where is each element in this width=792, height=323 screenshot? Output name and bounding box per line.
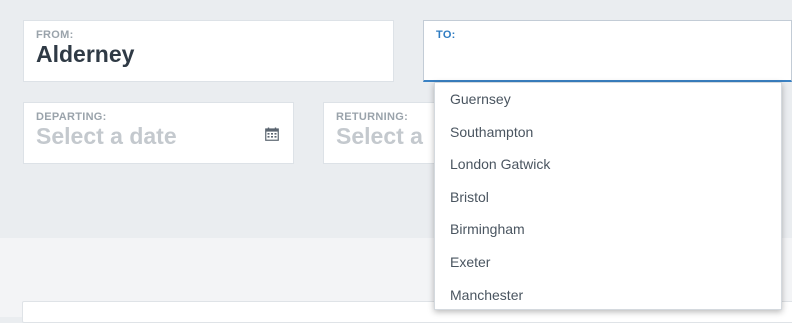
dropdown-option-southampton[interactable]: Southampton [435, 116, 781, 149]
dropdown-option-guernsey[interactable]: Guernsey [435, 83, 781, 116]
dropdown-option-exeter[interactable]: Exeter [435, 246, 781, 279]
departing-date-field[interactable]: DEPARTING: Select a date [23, 102, 294, 164]
destination-dropdown[interactable]: Guernsey Southampton London Gatwick Bris… [434, 82, 782, 310]
departing-placeholder[interactable]: Select a date [36, 123, 177, 150]
to-field[interactable]: TO: [423, 20, 792, 82]
dropdown-option-london-gatwick[interactable]: London Gatwick [435, 148, 781, 181]
departing-label: DEPARTING: [36, 111, 107, 123]
from-label: FROM: [36, 29, 74, 41]
from-value[interactable]: Alderney [36, 41, 134, 68]
dropdown-option-manchester[interactable]: Manchester [435, 279, 781, 309]
dropdown-option-bristol[interactable]: Bristol [435, 181, 781, 214]
from-field[interactable]: FROM: Alderney [23, 20, 394, 82]
dropdown-option-birmingham[interactable]: Birmingham [435, 213, 781, 246]
returning-label: RETURNING: [336, 111, 409, 123]
calendar-icon[interactable] [265, 127, 279, 141]
to-label: TO: [436, 29, 456, 41]
returning-placeholder[interactable]: Select a [336, 123, 423, 150]
